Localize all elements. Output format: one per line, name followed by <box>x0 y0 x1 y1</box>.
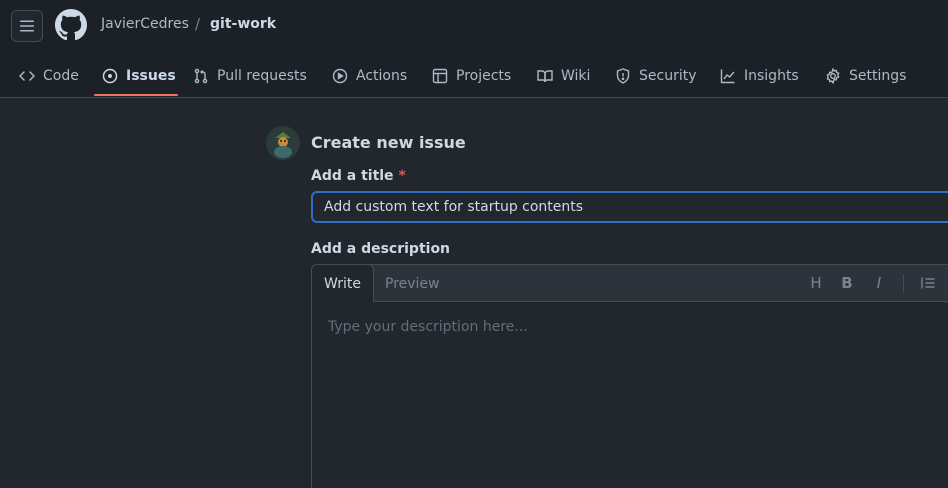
tab-preview[interactable]: Preview <box>385 265 440 302</box>
tab-label: Pull requests <box>217 68 307 84</box>
required-marker: * <box>398 168 406 184</box>
heading-button[interactable]: H <box>807 274 825 292</box>
tab-insights[interactable]: Insights <box>720 54 799 98</box>
heading-icon: H <box>810 274 822 292</box>
italic-icon: I <box>876 274 882 292</box>
tab-wiki[interactable]: Wiki <box>537 54 590 98</box>
title-label-text: Add a title <box>311 168 394 184</box>
description-textarea[interactable] <box>312 303 948 488</box>
repo-header: JavierCedres / git-work Code Issues Pull… <box>0 0 948 98</box>
tab-settings[interactable]: Settings <box>825 54 906 98</box>
avatar[interactable] <box>266 126 300 160</box>
editor-toolbar: Write Preview H B I <box>311 264 948 302</box>
play-icon <box>332 68 348 84</box>
tab-security[interactable]: Security <box>615 54 697 98</box>
tab-actions[interactable]: Actions <box>332 54 407 98</box>
tab-label: Actions <box>356 68 408 84</box>
tab-label: Wiki <box>561 68 591 84</box>
repo-owner-link[interactable]: JavierCedres <box>101 16 189 32</box>
issue-title-input[interactable] <box>311 191 948 223</box>
toolbar-divider <box>903 274 904 292</box>
shield-icon <box>616 68 630 84</box>
graph-icon <box>720 69 735 84</box>
tab-code[interactable]: Code <box>19 54 79 98</box>
gear-icon <box>826 68 840 84</box>
tab-issues[interactable]: Issues <box>102 54 176 98</box>
description-editor: Write Preview H B I <box>311 264 948 488</box>
description-label: Add a description <box>311 241 451 257</box>
breadcrumb-separator: / <box>195 15 201 33</box>
repo-nav-tabs: Code Issues Pull requests Actions Projec… <box>0 54 948 98</box>
hamburger-icon <box>20 20 34 32</box>
tab-write[interactable]: Write <box>311 264 374 302</box>
list-ordered-icon <box>921 277 935 289</box>
tab-label: Security <box>639 68 697 84</box>
code-icon <box>19 71 35 81</box>
page-title: Create new issue <box>311 133 466 152</box>
tab-pull-requests[interactable]: Pull requests <box>193 54 307 98</box>
italic-button[interactable]: I <box>870 274 888 292</box>
tab-label: Projects <box>456 68 512 84</box>
tab-label: Settings <box>849 68 907 84</box>
book-icon <box>537 70 553 83</box>
github-logo-icon[interactable] <box>55 9 87 41</box>
bold-button[interactable]: B <box>838 274 856 292</box>
issue-opened-icon <box>102 68 118 84</box>
user-avatar-image <box>266 126 300 160</box>
bold-icon: B <box>841 274 853 292</box>
menu-button[interactable] <box>11 10 43 42</box>
active-tab-indicator <box>94 94 178 96</box>
repo-name-link[interactable]: git-work <box>210 16 276 32</box>
git-pull-request-icon <box>194 68 208 84</box>
tab-label: Insights <box>744 68 799 84</box>
title-label: Add a title * <box>311 168 406 184</box>
table-icon <box>432 68 448 84</box>
tab-label: Code <box>43 68 79 84</box>
quote-button[interactable] <box>919 274 937 292</box>
tab-projects[interactable]: Projects <box>432 54 511 98</box>
tab-label: Issues <box>126 68 176 84</box>
